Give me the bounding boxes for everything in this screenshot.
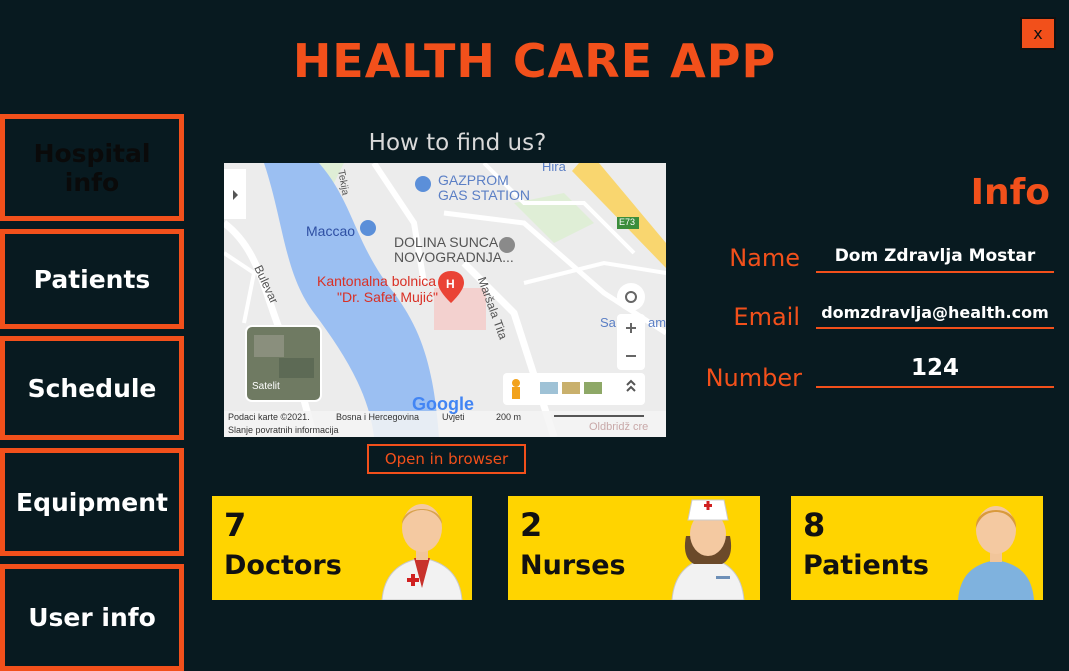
doctors-count: 7 [224, 506, 247, 544]
doctors-label: Doctors [224, 550, 342, 581]
map-widget[interactable]: H GAZPROM GAS STATION Hira Maccao DOLINA… [224, 163, 666, 437]
nurses-label: Nurses [520, 550, 626, 581]
name-label: Name [729, 244, 800, 272]
map-footer-country: Bosna i Hercegovina [336, 412, 420, 422]
info-title: Info [970, 172, 1050, 213]
nav-user-info[interactable]: User info [0, 564, 184, 671]
open-in-browser-label: Open in browser [384, 450, 509, 468]
map-label-e73: E73 [619, 217, 636, 227]
map-satellite-toggle[interactable]: Satelit [252, 381, 280, 392]
patients-card[interactable]: 8 Patients [791, 496, 1043, 600]
patient-icon [958, 506, 1034, 600]
map-scale: 200 m [496, 412, 522, 422]
nav-equipment-label: Equipment [16, 487, 168, 517]
nav-user-info-label: User info [28, 603, 156, 632]
map-label-sahat: Sa [600, 315, 616, 330]
map-label-gazprom: GAZPROM [438, 172, 509, 188]
nav-schedule[interactable]: Schedule [0, 336, 184, 440]
doctors-card[interactable]: 7 Doctors [212, 496, 472, 600]
nav-hospital-info-label: Hospital info [33, 138, 151, 197]
map-label-sahat-end: am [648, 315, 666, 330]
nurses-card[interactable]: 2 Nurses [508, 496, 760, 600]
svg-text:H: H [446, 277, 455, 291]
email-label: Email [733, 303, 800, 331]
nav-patients[interactable]: Patients [0, 229, 184, 329]
map-label-maccao: Maccao [306, 223, 356, 239]
name-field[interactable]: Dom Zdravlja Mostar [816, 246, 1054, 273]
nav-equipment[interactable]: Equipment [0, 448, 184, 556]
nav-hospital-info[interactable]: Hospital info [0, 114, 184, 221]
open-in-browser-button[interactable]: Open in browser [367, 444, 526, 474]
map-heading: How to find us? [368, 130, 547, 156]
map-label-gas-station: GAS STATION [438, 187, 531, 203]
doctor-icon [381, 504, 463, 600]
patients-label: Patients [803, 550, 929, 581]
nurse-icon [671, 499, 745, 600]
patients-count: 8 [803, 506, 826, 544]
map-label-hospital-name: Kantonalna bolnica [317, 273, 437, 289]
number-label: Number [705, 364, 802, 392]
map-label-hospital-doctor: "Dr. Safet Mujić" [337, 289, 438, 305]
email-field[interactable]: domzdravlja@health.com [816, 303, 1054, 329]
map-label-hira: Hira [542, 163, 566, 174]
map-footer-feedback[interactable]: Slanje povratnih informacija [228, 425, 339, 435]
nav-schedule-label: Schedule [27, 373, 157, 403]
map-footer-data: Podaci karte ©2021. [228, 412, 310, 422]
nav-patients-label: Patients [33, 264, 151, 294]
number-field[interactable]: 124 [816, 355, 1054, 388]
nurses-count: 2 [520, 506, 543, 544]
map-label-dolina-sunca: DOLINA SUNCA [394, 234, 499, 250]
map-footer-terms[interactable]: Uvjeti [442, 412, 465, 422]
map-label-novogradnja: NOVOGRADNJA... [394, 249, 514, 265]
app-title: HEALTH CARE APP [292, 34, 777, 88]
map-label-oldbridge: Oldbridž cre [589, 421, 649, 433]
